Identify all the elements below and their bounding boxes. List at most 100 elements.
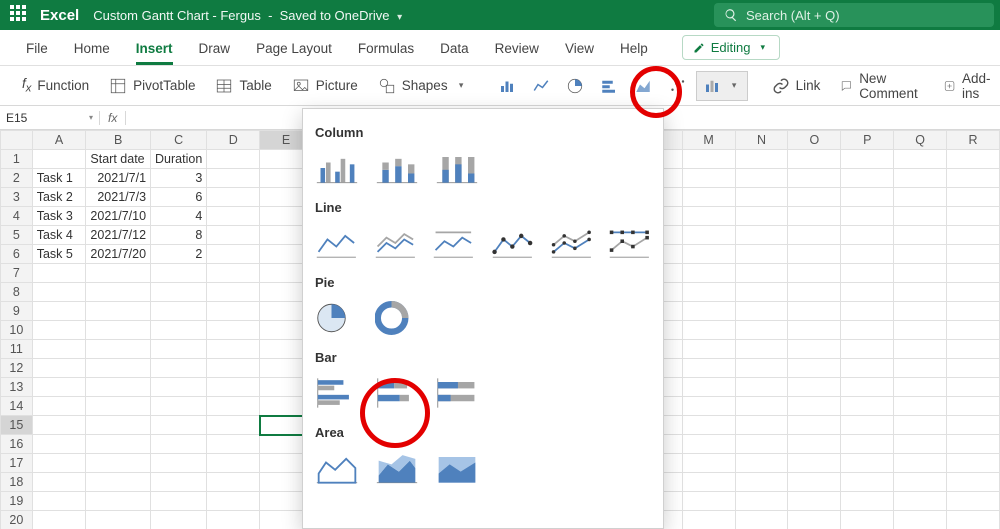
cell-B12[interactable]: [86, 359, 151, 378]
cell-P16[interactable]: [841, 435, 894, 454]
cell-A9[interactable]: [32, 302, 86, 321]
col-header-P[interactable]: P: [841, 131, 894, 150]
col-header-R[interactable]: R: [947, 131, 1000, 150]
row-header-10[interactable]: 10: [1, 321, 33, 340]
cell-A5[interactable]: Task 4: [32, 226, 86, 245]
tab-draw[interactable]: Draw: [187, 34, 243, 65]
cell-R1[interactable]: [947, 150, 1000, 169]
cell-B17[interactable]: [86, 454, 151, 473]
cell-C5[interactable]: 8: [151, 226, 207, 245]
other-charts-button[interactable]: ▾: [696, 71, 748, 101]
tab-file[interactable]: File: [14, 34, 60, 65]
cell-M5[interactable]: [682, 226, 735, 245]
100-stacked-column-option[interactable]: [435, 150, 479, 186]
cell-M15[interactable]: [682, 416, 735, 435]
clustered-column-option[interactable]: [315, 150, 359, 186]
cell-R2[interactable]: [947, 169, 1000, 188]
cell-D10[interactable]: [207, 321, 260, 340]
app-launcher-icon[interactable]: [10, 5, 30, 25]
cell-D17[interactable]: [207, 454, 260, 473]
cell-C12[interactable]: [151, 359, 207, 378]
cell-O3[interactable]: [788, 188, 841, 207]
col-header-N[interactable]: N: [735, 131, 788, 150]
cell-Q18[interactable]: [894, 473, 947, 492]
cell-P15[interactable]: [841, 416, 894, 435]
cell-C6[interactable]: 2: [151, 245, 207, 264]
cell-A18[interactable]: [32, 473, 86, 492]
row-header-16[interactable]: 16: [1, 435, 33, 454]
row-header-2[interactable]: 2: [1, 169, 33, 188]
shapes-button[interactable]: Shapes ▾: [370, 71, 476, 101]
cell-A11[interactable]: [32, 340, 86, 359]
bar-chart-button[interactable]: [594, 71, 624, 101]
cell-P20[interactable]: [841, 511, 894, 529]
cell-N8[interactable]: [735, 283, 788, 302]
cell-A15[interactable]: [32, 416, 86, 435]
cell-N15[interactable]: [735, 416, 788, 435]
cell-C18[interactable]: [151, 473, 207, 492]
cell-N16[interactable]: [735, 435, 788, 454]
cell-A17[interactable]: [32, 454, 86, 473]
cell-M16[interactable]: [682, 435, 735, 454]
cell-Q15[interactable]: [894, 416, 947, 435]
cell-C9[interactable]: [151, 302, 207, 321]
cell-N11[interactable]: [735, 340, 788, 359]
cell-R17[interactable]: [947, 454, 1000, 473]
cell-A12[interactable]: [32, 359, 86, 378]
cell-N6[interactable]: [735, 245, 788, 264]
cell-M1[interactable]: [682, 150, 735, 169]
col-header-O[interactable]: O: [788, 131, 841, 150]
cell-N12[interactable]: [735, 359, 788, 378]
cell-B13[interactable]: [86, 378, 151, 397]
row-header-13[interactable]: 13: [1, 378, 33, 397]
picture-button[interactable]: Picture: [284, 71, 366, 101]
cell-P6[interactable]: [841, 245, 894, 264]
cell-P5[interactable]: [841, 226, 894, 245]
cell-Q9[interactable]: [894, 302, 947, 321]
cell-N5[interactable]: [735, 226, 788, 245]
cell-R19[interactable]: [947, 492, 1000, 511]
cell-O11[interactable]: [788, 340, 841, 359]
cell-M8[interactable]: [682, 283, 735, 302]
cell-B2[interactable]: 2021/7/1: [86, 169, 151, 188]
col-header-M[interactable]: M: [682, 131, 735, 150]
cell-O1[interactable]: [788, 150, 841, 169]
row-header-8[interactable]: 8: [1, 283, 33, 302]
cell-P2[interactable]: [841, 169, 894, 188]
new-comment-button[interactable]: New Comment: [832, 71, 931, 101]
cell-M14[interactable]: [682, 397, 735, 416]
cell-O2[interactable]: [788, 169, 841, 188]
cell-A8[interactable]: [32, 283, 86, 302]
cell-C7[interactable]: [151, 264, 207, 283]
select-all-cell[interactable]: [1, 131, 33, 150]
cell-C16[interactable]: [151, 435, 207, 454]
cell-Q10[interactable]: [894, 321, 947, 340]
cell-D2[interactable]: [207, 169, 260, 188]
cell-D7[interactable]: [207, 264, 260, 283]
cell-M13[interactable]: [682, 378, 735, 397]
cell-C15[interactable]: [151, 416, 207, 435]
fx-label[interactable]: fx: [100, 111, 126, 125]
cell-M11[interactable]: [682, 340, 735, 359]
cell-M20[interactable]: [682, 511, 735, 529]
cell-B19[interactable]: [86, 492, 151, 511]
cell-M3[interactable]: [682, 188, 735, 207]
cell-D14[interactable]: [207, 397, 260, 416]
pie-chart-button[interactable]: [560, 71, 590, 101]
cell-P4[interactable]: [841, 207, 894, 226]
search-input[interactable]: Search (Alt + Q): [714, 3, 994, 27]
cell-D20[interactable]: [207, 511, 260, 529]
col-header-C[interactable]: C: [151, 131, 207, 150]
cell-Q6[interactable]: [894, 245, 947, 264]
row-header-17[interactable]: 17: [1, 454, 33, 473]
cell-B14[interactable]: [86, 397, 151, 416]
cell-P14[interactable]: [841, 397, 894, 416]
cell-C2[interactable]: 3: [151, 169, 207, 188]
row-header-5[interactable]: 5: [1, 226, 33, 245]
cell-O9[interactable]: [788, 302, 841, 321]
cell-P13[interactable]: [841, 378, 894, 397]
row-header-11[interactable]: 11: [1, 340, 33, 359]
cell-R7[interactable]: [947, 264, 1000, 283]
cell-D6[interactable]: [207, 245, 260, 264]
name-box[interactable]: E15▾: [0, 111, 100, 125]
